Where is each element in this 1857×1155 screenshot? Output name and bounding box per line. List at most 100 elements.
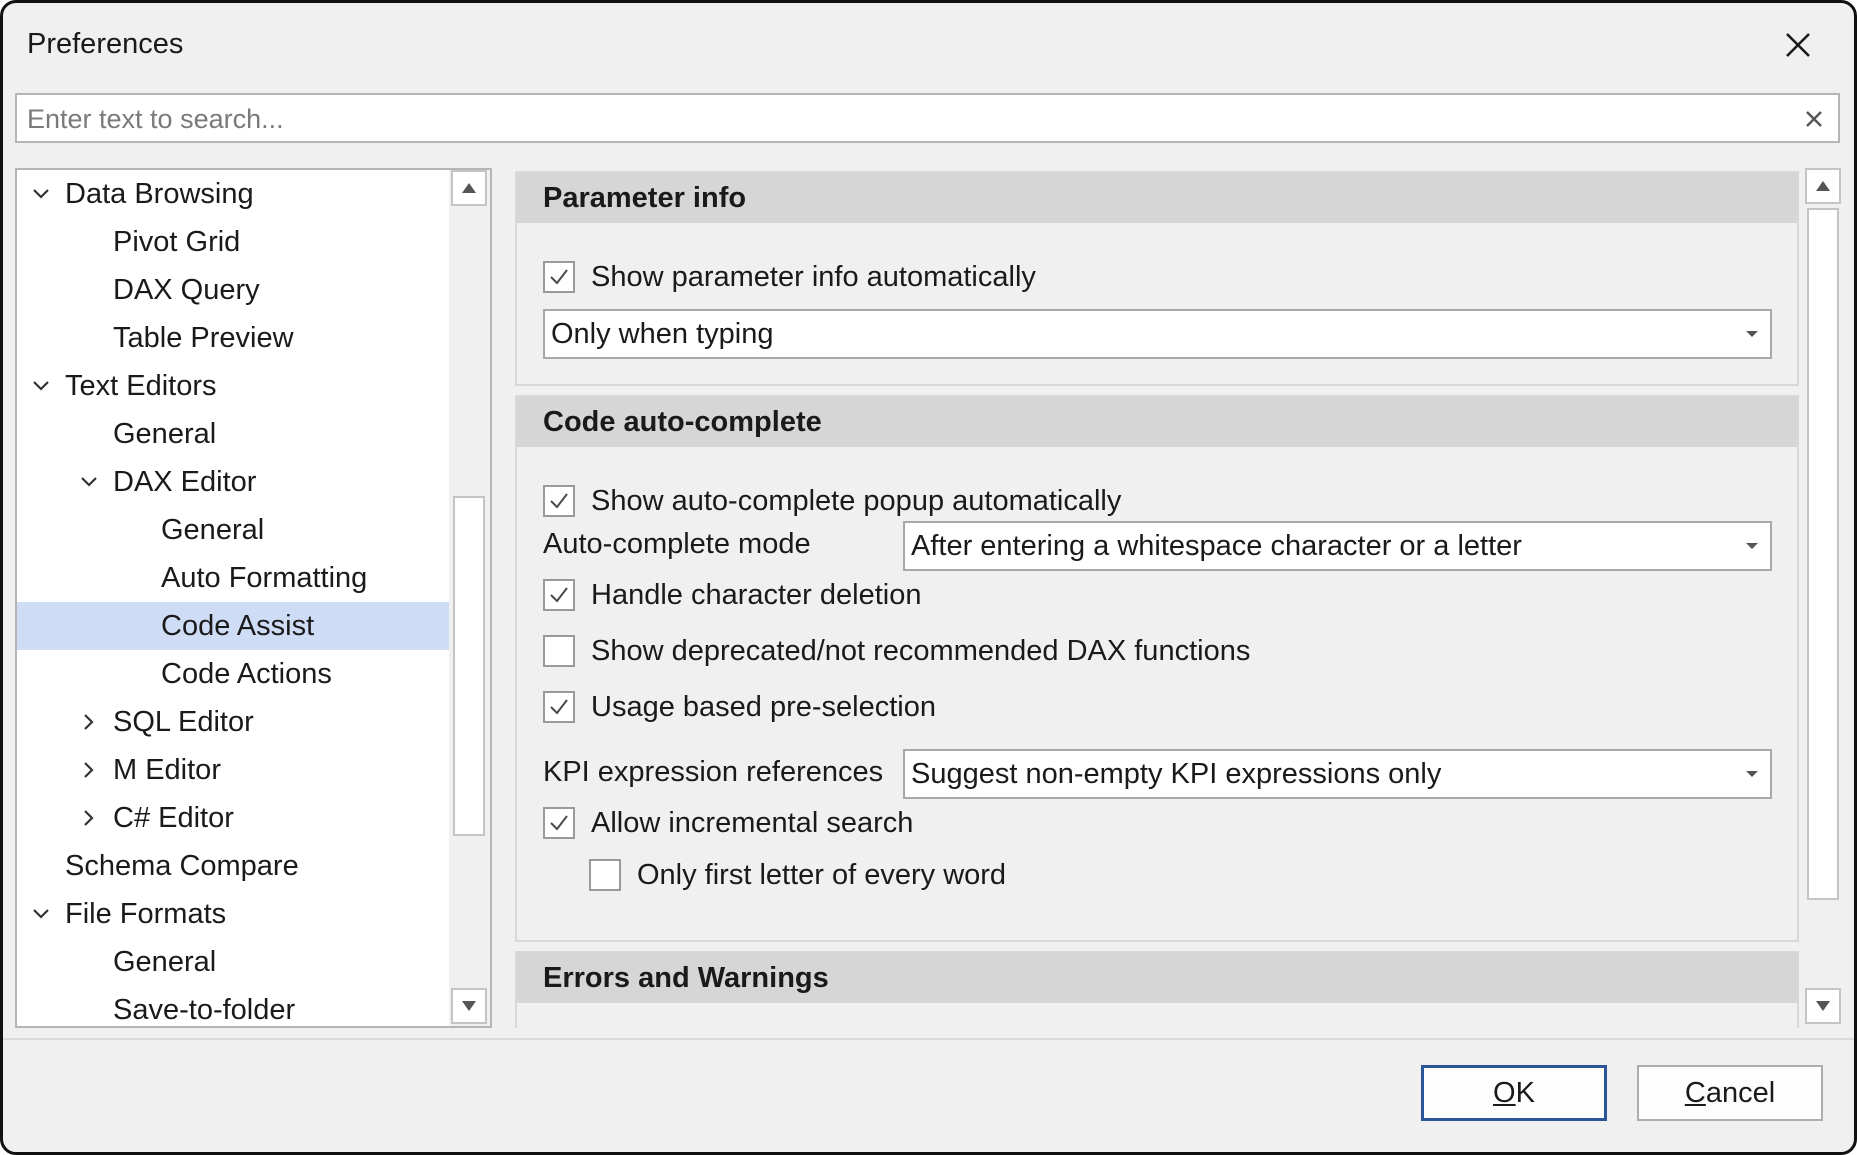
settings-scrollbar[interactable]	[1803, 168, 1844, 1028]
tree-item-label: Save-to-folder	[113, 994, 296, 1026]
settings-pane: Parameter info Show parameter info autom…	[513, 171, 1803, 1028]
tree-item[interactable]: Save-to-folder	[17, 986, 449, 1026]
errors-warnings-group: Errors and Warnings	[515, 951, 1799, 1028]
dropdown-value: Suggest non-empty KPI expressions only	[911, 758, 1442, 790]
show-autocomplete-popup-checkbox[interactable]	[543, 485, 575, 517]
parameter-info-group: Parameter info Show parameter info autom…	[515, 171, 1799, 386]
group-header: Errors and Warnings	[517, 953, 1797, 1003]
checkbox-label: Only first letter of every word	[637, 859, 1007, 891]
ok-button[interactable]: OK	[1421, 1065, 1607, 1121]
tree-item-label: SQL Editor	[113, 706, 254, 738]
chevron-down-icon[interactable]	[31, 904, 51, 924]
arrow-down-icon	[462, 1001, 476, 1011]
dropdown-value: Only when typing	[551, 318, 774, 350]
parameter-info-mode-dropdown[interactable]: Only when typing	[543, 309, 1772, 359]
kpi-references-label: KPI expression references	[543, 756, 884, 788]
footer-divider	[3, 1038, 1854, 1040]
tree-scroll-down-button[interactable]	[451, 988, 487, 1024]
tree-scrollbar[interactable]	[449, 170, 490, 1026]
tree-item-label: General	[113, 946, 217, 978]
tree-item-label: Schema Compare	[65, 850, 299, 882]
accel-key: C	[1684, 1077, 1706, 1109]
tree-item[interactable]: SQL Editor	[17, 698, 449, 746]
preferences-dialog: Preferences Data Browsing Pivot Grid DAX Q…	[0, 0, 1857, 1155]
group-header: Code auto-complete	[517, 397, 1797, 447]
checkmark-icon	[550, 587, 568, 603]
clear-search-icon[interactable]	[1802, 107, 1826, 131]
dropdown-arrow-icon	[1746, 331, 1758, 337]
settings-scroll-thumb[interactable]	[1807, 208, 1839, 900]
button-label: ancel	[1705, 1077, 1776, 1109]
tree-item-label: File Formats	[65, 898, 227, 930]
tree-item-label: DAX Query	[113, 274, 260, 306]
tree-item-label: C# Editor	[113, 802, 234, 834]
first-letter-checkbox[interactable]	[589, 859, 621, 891]
autocomplete-mode-label: Auto-complete mode	[543, 528, 811, 560]
tree-item[interactable]: Data Browsing	[17, 170, 449, 218]
checkmark-icon	[550, 269, 568, 285]
tree-item[interactable]: C# Editor	[17, 794, 449, 842]
chevron-right-icon[interactable]	[79, 712, 99, 732]
show-parameter-info-checkbox[interactable]	[543, 261, 575, 293]
tree-item[interactable]: General	[17, 410, 449, 458]
checkbox-label: Show parameter info automatically	[591, 261, 1036, 293]
chevron-right-icon[interactable]	[79, 808, 99, 828]
checkbox-label: Allow incremental search	[591, 807, 914, 839]
chevron-down-icon[interactable]	[31, 376, 51, 396]
tree-item[interactable]: M Editor	[17, 746, 449, 794]
tree-item-label: M Editor	[113, 754, 221, 786]
tree-item[interactable]: Schema Compare	[17, 842, 449, 890]
dropdown-arrow-icon	[1746, 771, 1758, 777]
tree-item[interactable]: Auto Formatting	[17, 554, 449, 602]
settings-scroll-down-button[interactable]	[1805, 988, 1841, 1024]
tree-item[interactable]: General	[17, 938, 449, 986]
show-deprecated-checkbox[interactable]	[543, 635, 575, 667]
cancel-button[interactable]: Cancel	[1637, 1065, 1823, 1121]
accel-key: O	[1493, 1077, 1516, 1109]
dropdown-value: After entering a whitespace character or…	[911, 530, 1522, 562]
tree-item[interactable]: DAX Editor	[17, 458, 449, 506]
button-label: K	[1515, 1077, 1535, 1109]
arrow-up-icon	[1816, 181, 1830, 191]
tree-item-label: Table Preview	[113, 322, 294, 354]
checkbox-label: Handle character deletion	[591, 579, 922, 611]
tree-item[interactable]: Code Assist	[17, 602, 449, 650]
usage-preselection-checkbox[interactable]	[543, 691, 575, 723]
tree-item[interactable]: Code Actions	[17, 650, 449, 698]
checkbox-label: Show auto-complete popup automatically	[591, 485, 1122, 517]
checkmark-icon	[550, 699, 568, 715]
settings-scroll-up-button[interactable]	[1805, 168, 1841, 204]
chevron-right-icon[interactable]	[79, 760, 99, 780]
search-input[interactable]	[25, 95, 1799, 143]
tree-item[interactable]: General	[17, 506, 449, 554]
tree-item-label: Data Browsing	[65, 178, 254, 210]
dialog-title: Preferences	[27, 28, 184, 60]
close-icon	[1786, 33, 1810, 57]
dropdown-arrow-icon	[1746, 543, 1758, 549]
tree-item-label: Code Assist	[161, 610, 315, 642]
category-tree: Data Browsing Pivot Grid DAX Query Table Pr…	[15, 168, 492, 1028]
tree-item[interactable]: File Formats	[17, 890, 449, 938]
chevron-down-icon[interactable]	[79, 472, 99, 492]
arrow-down-icon	[1816, 1001, 1830, 1011]
incremental-search-checkbox[interactable]	[543, 807, 575, 839]
close-button[interactable]	[1770, 17, 1826, 73]
tree-item-label: Pivot Grid	[113, 226, 241, 258]
tree-item-label: Code Actions	[161, 658, 332, 690]
tree-item[interactable]: Table Preview	[17, 314, 449, 362]
checkbox-label: Usage based pre-selection	[591, 691, 936, 723]
tree-scroll-thumb[interactable]	[453, 496, 485, 836]
tree-item-label: General	[113, 418, 217, 450]
tree-item-label: Auto Formatting	[161, 562, 368, 594]
arrow-up-icon	[462, 183, 476, 193]
autocomplete-mode-dropdown[interactable]: After entering a whitespace character or…	[903, 521, 1772, 571]
handle-deletion-checkbox[interactable]	[543, 579, 575, 611]
checkbox-label: Show deprecated/not recommended DAX func…	[591, 635, 1251, 667]
chevron-down-icon[interactable]	[31, 184, 51, 204]
tree-item[interactable]: DAX Query	[17, 266, 449, 314]
tree-scroll-up-button[interactable]	[451, 170, 487, 206]
tree-item[interactable]: Text Editors	[17, 362, 449, 410]
tree-item[interactable]: Pivot Grid	[17, 218, 449, 266]
kpi-references-dropdown[interactable]: Suggest non-empty KPI expressions only	[903, 749, 1772, 799]
checkmark-icon	[550, 493, 568, 509]
